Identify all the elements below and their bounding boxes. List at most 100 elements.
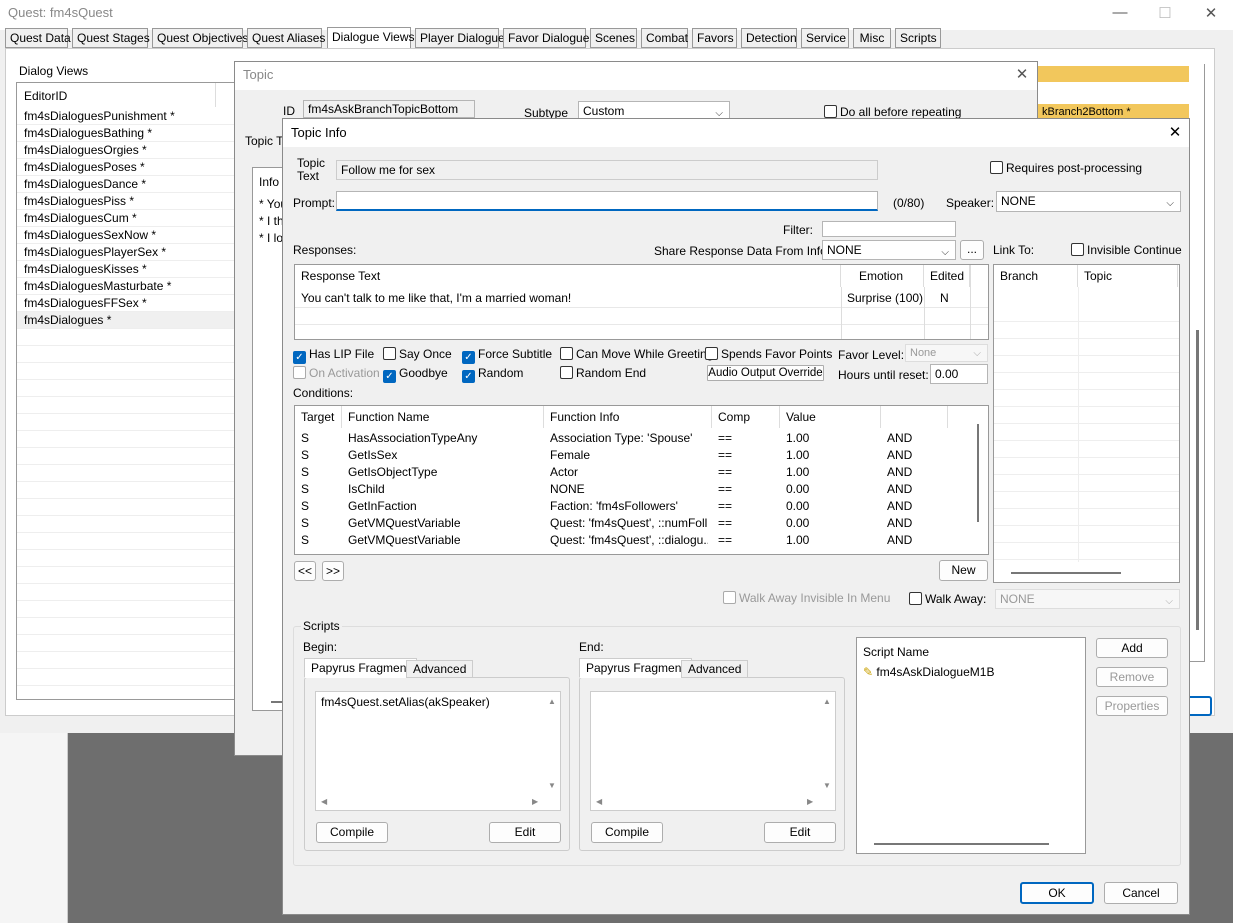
requires-post-processing-checkbox[interactable]: Requires post-processing	[990, 161, 1142, 175]
begin-advanced-tab[interactable]: Advanced	[406, 660, 474, 678]
ok-button[interactable]: OK	[1020, 882, 1094, 904]
tab-player-dialogue[interactable]: Player Dialogue	[415, 28, 505, 48]
conditions-vscroll[interactable]	[977, 424, 979, 522]
scroll-right-icon[interactable]: ▶	[532, 797, 538, 806]
end-compile-button[interactable]: Compile	[591, 822, 663, 843]
tab-quest-objectives[interactable]: Quest Objectives	[152, 28, 248, 48]
function-info-header[interactable]: Function Info	[544, 406, 712, 428]
emotion-header[interactable]: Emotion	[841, 265, 924, 287]
dialog-view-item[interactable]: fm4sDialoguesCum *	[17, 210, 234, 227]
hours-field[interactable]: 0.00	[930, 364, 988, 384]
dialog-view-item[interactable]: fm4sDialoguesKisses *	[17, 261, 234, 278]
dialog-view-item[interactable]: fm4sDialoguesMasturbate *	[17, 278, 234, 295]
tab-quest-aliases[interactable]: Quest Aliases	[247, 28, 325, 48]
link-hscroll[interactable]	[1011, 572, 1121, 574]
begin-compile-button[interactable]: Compile	[316, 822, 388, 843]
topic-info-close-icon[interactable]: ✕	[1160, 123, 1190, 141]
dialog-view-item[interactable]: fm4sDialoguesPlayerSex *	[17, 244, 234, 261]
scroll-right-icon[interactable]: ▶	[807, 797, 813, 806]
condition-row[interactable]: S IsChild NONE == 0.00 AND	[295, 481, 965, 498]
editor-id-header[interactable]: EditorID	[24, 89, 67, 103]
begin-edit-button[interactable]: Edit	[489, 822, 561, 843]
tab-favors[interactable]: Favors	[692, 28, 737, 48]
tab-service[interactable]: Service	[801, 28, 849, 48]
comp-header[interactable]: Comp	[712, 406, 780, 428]
tab-quest-stages[interactable]: Quest Stages	[72, 28, 150, 48]
share-select[interactable]: NONE ⌵	[822, 240, 956, 260]
dialog-view-item[interactable]: fm4sDialoguesPiss *	[17, 193, 234, 210]
tab-quest-data[interactable]: Quest Data	[5, 28, 71, 48]
response-text-header[interactable]: Response Text	[295, 265, 841, 287]
condition-row[interactable]: S HasAssociationTypeAny Association Type: …	[295, 430, 965, 447]
end-advanced-tab[interactable]: Advanced	[681, 660, 749, 678]
topic-header[interactable]: Topic	[1078, 265, 1178, 287]
topic-text-field[interactable]: Follow me for sex	[336, 160, 878, 180]
op-header[interactable]	[881, 406, 948, 428]
condition-row[interactable]: S GetInFaction Faction: 'fm4sFollowers' == 0…	[295, 498, 965, 515]
has-lip-checkbox[interactable]: ✓ Has LIP File	[293, 347, 374, 364]
condition-row[interactable]: S GetVMQuestVariable Quest: 'fm4sQuest', :…	[295, 532, 965, 549]
random-end-checkbox[interactable]: Random End	[560, 366, 646, 380]
script-list-item[interactable]: ✎ fm4sAskDialogueM1B	[863, 665, 994, 679]
tab-favor-dialogue[interactable]: Favor Dialogue	[503, 28, 589, 48]
filter-input[interactable]	[822, 221, 956, 237]
response-row[interactable]: You can't talk to me like that, I'm a ma…	[295, 289, 988, 307]
can-move-checkbox[interactable]: Can Move While Greeting	[560, 347, 713, 361]
tab-dialogue-views[interactable]: Dialogue Views	[327, 27, 415, 49]
favor-level-select[interactable]: None ⌵	[905, 344, 988, 362]
script-hscroll[interactable]	[874, 843, 1049, 845]
close-icon[interactable]: ✕	[1196, 4, 1226, 22]
dialog-view-item[interactable]: fm4sDialoguesPoses *	[17, 159, 234, 176]
end-papyrus-tab[interactable]: Papyrus Fragment	[579, 658, 692, 678]
force-subtitle-checkbox[interactable]: ✓ Force Subtitle	[462, 347, 552, 364]
branch-header[interactable]: Branch	[994, 265, 1078, 287]
topic-close-icon[interactable]: ✕	[1007, 65, 1037, 83]
scroll-up-icon[interactable]: ▲	[548, 697, 556, 706]
do-all-checkbox[interactable]: Do all before repeating	[824, 105, 961, 119]
goodbye-checkbox[interactable]: ✓ Goodbye	[383, 366, 448, 383]
scroll-down-icon[interactable]: ▼	[823, 781, 831, 790]
tab-misc[interactable]: Misc	[853, 28, 891, 48]
scroll-left-icon[interactable]: ◀	[321, 797, 327, 806]
scroll-up-icon[interactable]: ▲	[823, 697, 831, 706]
end-code-editor[interactable]: ▲ ▼ ◀ ▶	[590, 691, 836, 811]
dialog-view-item[interactable]: fm4sDialoguesFFSex *	[17, 295, 234, 312]
add-script-button[interactable]: Add	[1096, 638, 1168, 658]
scroll-left-icon[interactable]: ◀	[596, 797, 602, 806]
tab-detection[interactable]: Detection	[741, 28, 797, 48]
end-edit-button[interactable]: Edit	[764, 822, 836, 843]
prev-button[interactable]: <<	[294, 561, 316, 581]
target-header[interactable]: Target	[295, 406, 342, 428]
topic-id-field[interactable]: fm4sAskBranchTopicBottom	[303, 100, 475, 118]
begin-papyrus-tab[interactable]: Papyrus Fragment	[304, 658, 417, 678]
cancel-button[interactable]: Cancel	[1104, 882, 1178, 904]
scroll-down-icon[interactable]: ▼	[548, 781, 556, 790]
invisible-continue-checkbox[interactable]: Invisible Continue	[1071, 243, 1182, 257]
tab-combat[interactable]: Combat	[641, 28, 688, 48]
next-button[interactable]: >>	[322, 561, 344, 581]
spends-favor-checkbox[interactable]: Spends Favor Points	[705, 347, 832, 361]
dialog-view-item[interactable]: fm4sDialoguesDance *	[17, 176, 234, 193]
dialog-view-item[interactable]: fm4sDialoguesSexNow *	[17, 227, 234, 244]
prompt-field[interactable]	[336, 191, 878, 211]
condition-row[interactable]: S GetIsSex Female == 1.00 AND	[295, 447, 965, 464]
walk-away-invisible-checkbox[interactable]: Walk Away Invisible In Menu	[723, 591, 890, 605]
tab-scripts[interactable]: Scripts	[895, 28, 941, 48]
dialog-view-item[interactable]: fm4sDialogues *	[17, 312, 234, 329]
condition-row[interactable]: S GetIsObjectType Actor == 1.00 AND	[295, 464, 965, 481]
dialog-view-item[interactable]: fm4sDialoguesBathing *	[17, 125, 234, 142]
share-browse-button[interactable]: ...	[960, 240, 984, 260]
condition-row[interactable]: S GetVMQuestVariable Quest: 'fm4sQuest', :…	[295, 515, 965, 532]
walk-away-checkbox[interactable]: Walk Away:	[909, 592, 986, 606]
tab-scenes[interactable]: Scenes	[590, 28, 637, 48]
dialog-view-item[interactable]: fm4sDialoguesPunishment *	[17, 108, 234, 125]
function-name-header[interactable]: Function Name	[342, 406, 544, 428]
maximize-icon[interactable]: ☐	[1150, 4, 1180, 22]
script-name-header[interactable]: Script Name	[863, 645, 929, 659]
value-header[interactable]: Value	[780, 406, 881, 428]
speaker-select[interactable]: NONE ⌵	[996, 191, 1181, 212]
remove-script-button[interactable]: Remove	[1096, 667, 1168, 687]
random-checkbox[interactable]: ✓ Random	[462, 366, 523, 383]
audio-override-button[interactable]: Audio Output Override	[707, 365, 824, 381]
say-once-checkbox[interactable]: Say Once	[383, 347, 452, 361]
